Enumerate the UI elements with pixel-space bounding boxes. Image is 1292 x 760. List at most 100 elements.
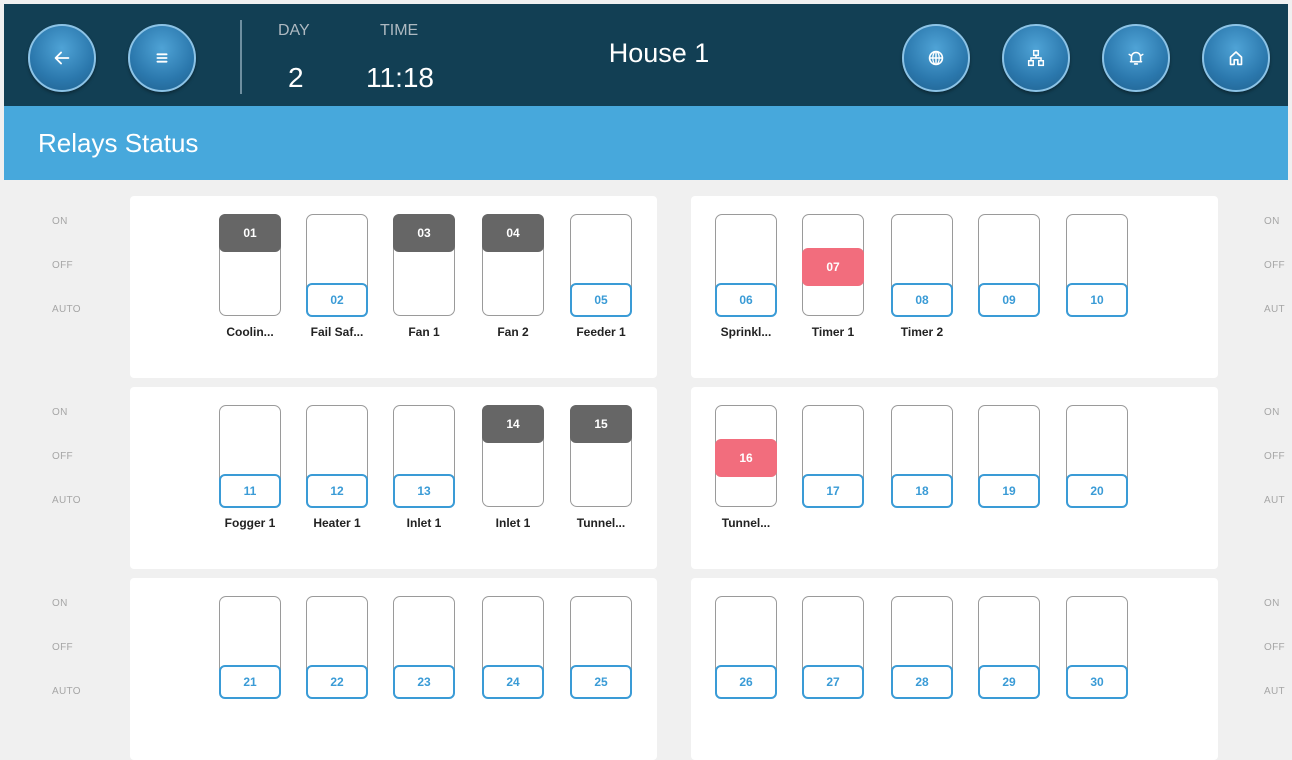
state-label-right-auto: AUT	[1264, 686, 1285, 697]
relay-number-badge: 17	[802, 474, 864, 508]
state-label-right-on: ON	[1264, 216, 1280, 227]
relay-04[interactable]: 04 Fan 2	[482, 214, 544, 354]
relay-17[interactable]: 17	[802, 405, 864, 545]
relay-18[interactable]: 18	[891, 405, 953, 545]
relay-number-badge: 22	[306, 665, 368, 699]
back-button[interactable]	[28, 24, 96, 92]
alarm-button[interactable]	[1102, 24, 1170, 92]
relay-number-badge: 13	[393, 474, 455, 508]
relay-23[interactable]: 23	[393, 596, 455, 736]
relay-number-badge: 18	[891, 474, 953, 508]
relay-name: Inlet 1	[406, 516, 442, 530]
language-button[interactable]	[902, 24, 970, 92]
relay-12[interactable]: 12 Heater 1	[306, 405, 368, 545]
state-label-right-auto: AUT	[1264, 495, 1285, 506]
relay-07[interactable]: 07 Timer 1	[802, 214, 864, 354]
relay-number-badge: 28	[891, 665, 953, 699]
relay-01[interactable]: 01 Coolin...	[219, 214, 281, 354]
state-label-right-on: ON	[1264, 598, 1280, 609]
network-button[interactable]	[1002, 24, 1070, 92]
relay-name: Timer 2	[900, 325, 944, 339]
state-label-on: ON	[52, 598, 68, 609]
relay-number-badge: 30	[1066, 665, 1128, 699]
state-label-on: ON	[52, 216, 68, 227]
state-label-auto: AUTO	[52, 304, 81, 315]
relay-27[interactable]: 27	[802, 596, 864, 736]
state-label-right-auto: AUT	[1264, 304, 1285, 315]
relay-name: Fail Saf...	[310, 325, 364, 339]
back-arrow-icon	[54, 51, 70, 65]
relay-08[interactable]: 08 Timer 2	[891, 214, 953, 354]
relay-name: Heater 1	[313, 516, 361, 530]
relay-11[interactable]: 11 Fogger 1	[219, 405, 281, 545]
relay-number-badge: 26	[715, 665, 777, 699]
house-title: House 1	[608, 38, 710, 68]
relay-19[interactable]: 19	[978, 405, 1040, 545]
relay-number-badge: 24	[482, 665, 544, 699]
relay-number-badge: 03	[393, 214, 455, 252]
relay-20[interactable]: 20	[1066, 405, 1128, 545]
relay-26[interactable]: 26	[715, 596, 777, 736]
relay-02[interactable]: 02 Fail Saf...	[306, 214, 368, 354]
home-button[interactable]	[1202, 24, 1270, 92]
relay-number-badge: 04	[482, 214, 544, 252]
relay-number-badge: 08	[891, 283, 953, 317]
relay-05[interactable]: 05 Feeder 1	[570, 214, 632, 354]
network-icon	[1027, 49, 1045, 67]
relay-number-badge: 06	[715, 283, 777, 317]
relay-22[interactable]: 22	[306, 596, 368, 736]
title-bar: Relays Status	[4, 106, 1288, 180]
relay-15[interactable]: 15 Tunnel...	[570, 405, 632, 545]
relay-21[interactable]: 21	[219, 596, 281, 736]
home-icon	[1229, 51, 1243, 66]
relay-number-badge: 16	[715, 439, 777, 477]
state-label-right-off: OFF	[1264, 260, 1285, 271]
relay-number-badge: 11	[219, 474, 281, 508]
relay-name: Inlet 1	[495, 516, 531, 530]
day-label: DAY	[278, 22, 310, 39]
relay-06[interactable]: 06 Sprinkl...	[715, 214, 777, 354]
relay-number-badge: 07	[802, 248, 864, 286]
state-label-off: OFF	[52, 260, 73, 271]
day-value: 2	[288, 62, 304, 93]
state-label-on: ON	[52, 407, 68, 418]
relay-14[interactable]: 14 Inlet 1	[482, 405, 544, 545]
relay-09[interactable]: 09	[978, 214, 1040, 354]
relay-30[interactable]: 30	[1066, 596, 1128, 736]
relay-number-badge: 21	[219, 665, 281, 699]
relay-29[interactable]: 29	[978, 596, 1040, 736]
relay-name: Fan 1	[408, 325, 440, 339]
relay-25[interactable]: 25	[570, 596, 632, 736]
relay-number-badge: 15	[570, 405, 632, 443]
state-label-off: OFF	[52, 451, 73, 462]
relay-number-badge: 14	[482, 405, 544, 443]
relay-number-badge: 25	[570, 665, 632, 699]
relay-name: Fan 2	[497, 325, 529, 339]
relay-24[interactable]: 24	[482, 596, 544, 736]
relay-number-badge: 29	[978, 665, 1040, 699]
relays-content: ON ON OFF OFF AUTO AUT 01 Coolin... 02 Fail Saf..…	[4, 180, 1288, 760]
relay-name: Timer 1	[811, 325, 855, 339]
relay-name: Sprinkl...	[720, 325, 772, 339]
time-label: TIME	[380, 22, 419, 39]
state-label-off: OFF	[52, 642, 73, 653]
state-label-right-off: OFF	[1264, 642, 1285, 653]
relay-name: Tunnel...	[721, 516, 771, 530]
relay-name: Coolin...	[226, 325, 274, 339]
relay-number-badge: 09	[978, 283, 1040, 317]
top-bar: DAY 2 TIME 11:18 House 1	[4, 4, 1288, 106]
page-title: Relays Status	[38, 128, 199, 158]
menu-icon	[156, 53, 168, 63]
relay-number-badge: 20	[1066, 474, 1128, 508]
relay-03[interactable]: 03 Fan 1	[393, 214, 455, 354]
menu-button[interactable]	[128, 24, 196, 92]
relay-number-badge: 19	[978, 474, 1040, 508]
time-value: 11:18	[366, 62, 434, 93]
relay-number-badge: 02	[306, 283, 368, 317]
relay-28[interactable]: 28	[891, 596, 953, 736]
relay-number-badge: 10	[1066, 283, 1128, 317]
relay-10[interactable]: 10	[1066, 214, 1128, 354]
relay-13[interactable]: 13 Inlet 1	[393, 405, 455, 545]
relay-16[interactable]: 16 Tunnel...	[715, 405, 777, 545]
relay-number-badge: 12	[306, 474, 368, 508]
